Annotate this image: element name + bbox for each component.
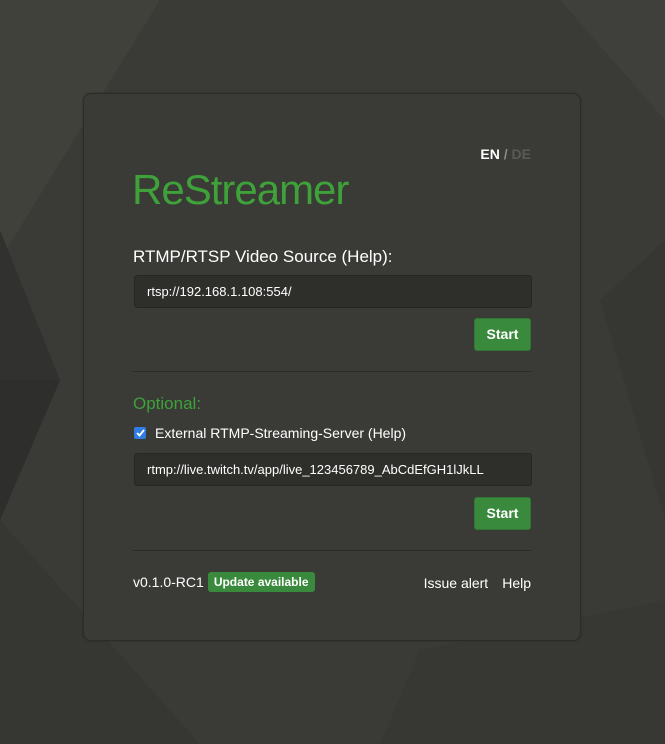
language-switcher: EN / DE: [480, 146, 531, 162]
checkmark-icon: [135, 429, 145, 437]
video-source-input[interactable]: [134, 275, 532, 308]
footer-divider: [133, 550, 531, 551]
external-server-label[interactable]: External RTMP-Streaming-Server (Help): [155, 425, 406, 441]
version-info: v0.1.0-RC1 Update available: [133, 572, 315, 592]
external-server-checkbox[interactable]: [134, 427, 146, 439]
version-text: v0.1.0-RC1: [133, 574, 204, 590]
video-source-label: RTMP/RTSP Video Source (Help):: [133, 247, 393, 266]
footer-links: Issue alert Help: [424, 575, 531, 591]
lang-de-link[interactable]: DE: [512, 146, 531, 162]
app-title: ReStreamer: [132, 166, 349, 213]
update-available-badge[interactable]: Update available: [207, 572, 315, 592]
issue-alert-link[interactable]: Issue alert: [424, 575, 489, 591]
start-external-button[interactable]: Start: [474, 497, 531, 530]
section-divider: [133, 371, 531, 372]
start-source-button[interactable]: Start: [474, 318, 531, 351]
help-link[interactable]: Help: [502, 575, 531, 591]
optional-heading: Optional:: [133, 394, 202, 413]
lang-separator: /: [499, 146, 512, 162]
external-server-option: External RTMP-Streaming-Server (Help): [134, 425, 406, 441]
lang-en-link[interactable]: EN: [480, 146, 499, 162]
external-server-input[interactable]: [134, 453, 532, 486]
restreamer-panel: EN / DE ReStreamer RTMP/RTSP Video Sourc…: [83, 93, 581, 641]
